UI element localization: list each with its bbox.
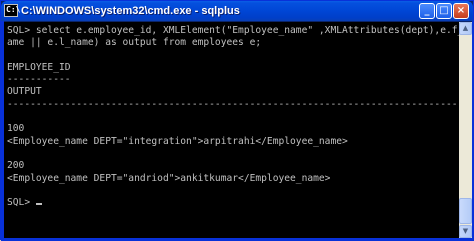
- close-button[interactable]: ×: [453, 3, 469, 19]
- title-bar[interactable]: C:\ C:\WINDOWS\system32\cmd.exe - sqlplu…: [1, 1, 473, 21]
- sql-prompt: SQL>: [7, 197, 36, 209]
- text-cursor: [35, 203, 42, 206]
- minimize-icon: _: [424, 5, 430, 16]
- close-icon: ×: [456, 5, 466, 16]
- vertical-scrollbar[interactable]: ▲ ▼: [459, 22, 472, 238]
- arrow-up-icon: ▲: [462, 24, 469, 32]
- window-title: C:\WINDOWS\system32\cmd.exe - sqlplus: [21, 5, 240, 17]
- cmd-icon-label: C:\: [6, 5, 21, 14]
- cmd-window: C:\ C:\WINDOWS\system32\cmd.exe - sqlplu…: [0, 0, 474, 241]
- row-employee-id: 100: [7, 123, 25, 135]
- column-header-employee-id: EMPLOYEE_ID: [7, 61, 71, 73]
- cmd-icon[interactable]: C:\: [4, 4, 21, 17]
- arrow-down-icon: ▼: [462, 227, 469, 235]
- minimize-button[interactable]: _: [419, 3, 435, 19]
- row-employee-id: 200: [7, 160, 25, 172]
- maximize-button[interactable]: □: [436, 3, 452, 19]
- scroll-down-button[interactable]: ▼: [459, 225, 472, 238]
- console-line: ame || e.l_name) as output from employee…: [7, 37, 262, 49]
- scroll-up-button[interactable]: ▲: [459, 22, 472, 35]
- column-header-output: OUTPUT: [7, 86, 42, 98]
- console-line: SQL> select e.employee_id, XMLElement("E…: [7, 25, 459, 36]
- scroll-thumb[interactable]: [459, 198, 472, 224]
- row-output: <Employee_name DEPT="andriod">ankitkumar…: [7, 172, 331, 184]
- maximize-icon: □: [439, 5, 449, 16]
- column-underline: -----------: [7, 74, 71, 86]
- row-output: <Employee_name DEPT="integration">arpitr…: [7, 135, 348, 147]
- column-underline: ----------------------------------------…: [7, 98, 459, 110]
- console-output[interactable]: SQL> select e.employee_id, XMLElement("E…: [4, 22, 459, 238]
